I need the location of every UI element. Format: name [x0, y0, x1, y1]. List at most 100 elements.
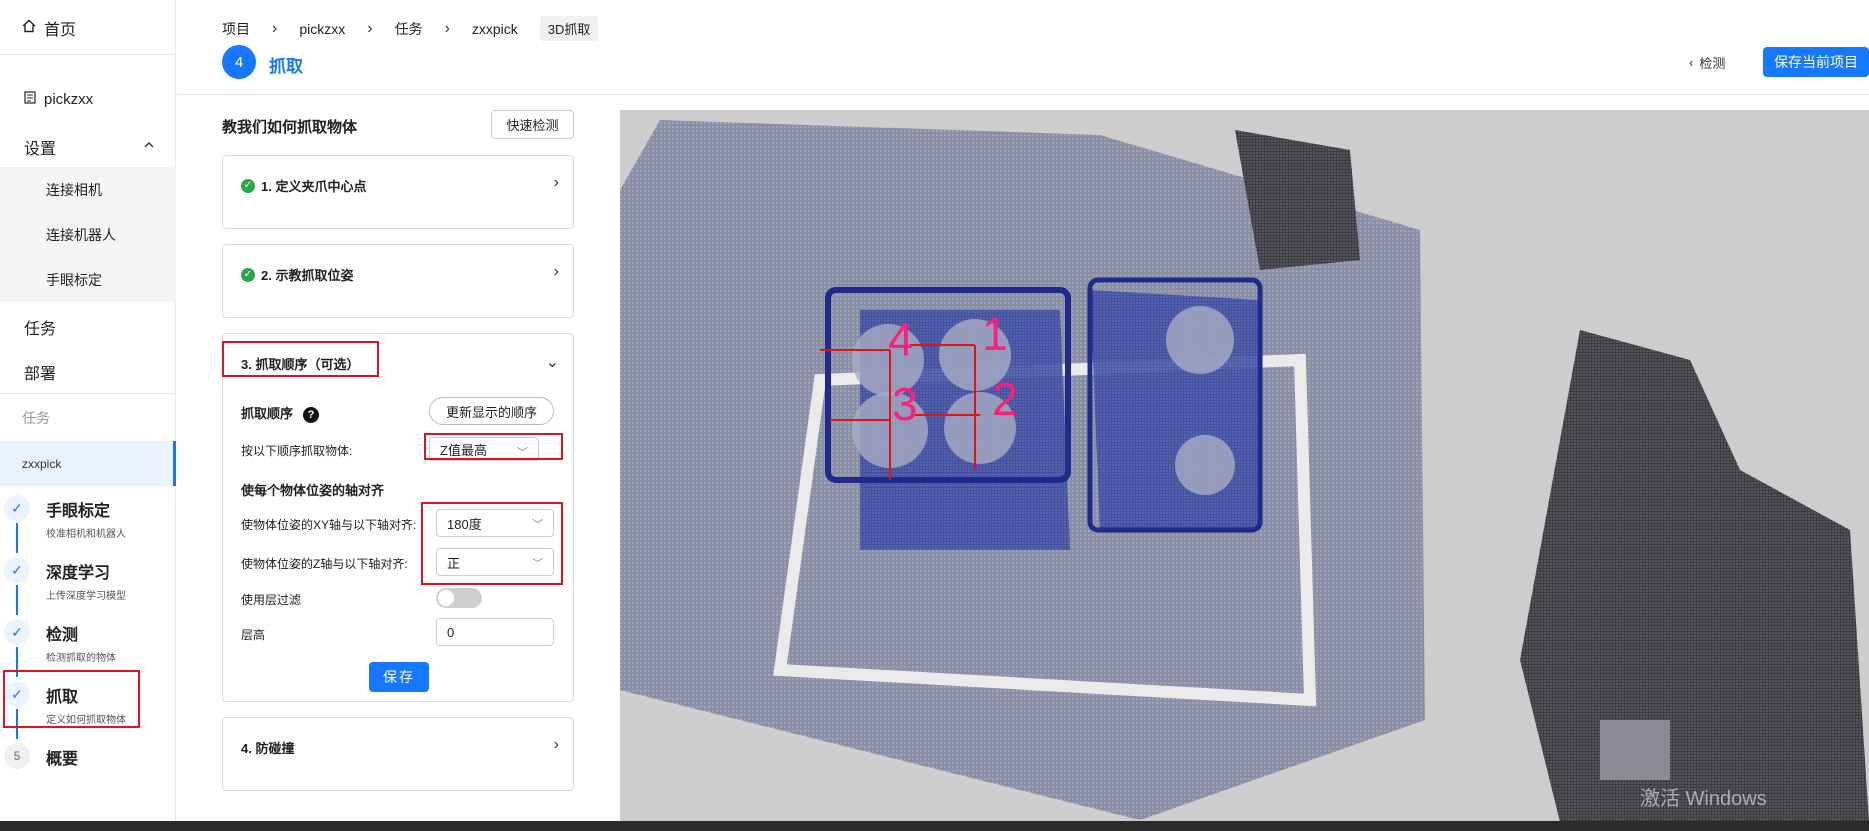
chevron-left-icon: ‹ — [1689, 55, 1694, 70]
z-align-label: 使物体位姿的Z轴与以下轴对齐: — [241, 557, 408, 571]
step-badge: 4 — [222, 45, 256, 79]
sidebar-settings-label: 设置 — [24, 141, 57, 158]
step-subtitle: 检测抓取的物体 — [46, 653, 116, 664]
card-title: 1. 定义夹爪中心点 — [261, 179, 367, 194]
sidebar-item-active-task[interactable]: zxxpick — [0, 441, 176, 486]
page-title: 抓取 — [269, 57, 303, 76]
step-subtitle: 上传深度学习模型 — [46, 591, 126, 602]
order-label: 2 — [992, 373, 1018, 425]
sidebar-sub-label: 连接机器人 — [46, 226, 116, 243]
active-task-label: zxxpick — [22, 456, 62, 471]
sidebar-task-label: 任务 — [24, 321, 57, 338]
step-connector — [16, 585, 18, 615]
box-object — [1600, 720, 1670, 780]
sidebar-home-label: 首页 — [44, 22, 77, 39]
highlight-box — [222, 341, 379, 377]
sidebar-sub-label: 手眼标定 — [46, 271, 102, 288]
step-subtitle: 校准相机和机器人 — [46, 529, 126, 540]
check-icon: ✓ — [4, 495, 30, 521]
card-anti-collision[interactable]: 4. 防碰撞 › — [222, 717, 574, 791]
save-button[interactable]: 保存 — [369, 662, 429, 692]
update-order-button[interactable]: 更新显示的顺序 — [429, 397, 554, 425]
breadcrumb: 项目 › pickzxx › 任务 › zxxpick 3D抓取 — [222, 16, 599, 41]
check-circle-icon: ✓ — [241, 178, 255, 193]
panel-heading: 教我们如何抓取物体 — [222, 119, 358, 136]
step-number: 5 — [4, 743, 30, 769]
chevron-right-icon: › — [553, 263, 559, 280]
sidebar-item-project[interactable]: pickzxx — [24, 91, 93, 108]
task-section-label: 任务 — [22, 410, 50, 426]
step-hand-eye[interactable]: ✓ 手眼标定 校准相机和机器人 — [0, 489, 176, 553]
save-project-button[interactable]: 保存当前项目 — [1763, 47, 1869, 77]
sidebar-project-label: pickzxx — [44, 91, 94, 108]
sidebar-item-home[interactable]: 首页 — [22, 16, 76, 40]
layer-height-label: 层高 — [241, 628, 266, 642]
chevron-up-icon[interactable] — [143, 137, 155, 153]
step-title: 手眼标定 — [46, 503, 111, 520]
point-cloud-canvas: 4 1 3 2 — [620, 120, 1869, 822]
sidebar-item-connect-camera[interactable]: 连接相机 — [0, 167, 176, 212]
sidebar-item-connect-robot[interactable]: 连接机器人 — [0, 212, 176, 257]
order-label: 1 — [982, 308, 1008, 360]
order-label: 4 — [888, 313, 914, 365]
card-teach-pose[interactable]: ✓ 2. 示教抓取位姿 › — [222, 244, 574, 318]
step-title: 概要 — [46, 751, 79, 768]
breadcrumb-item[interactable]: zxxpick — [472, 21, 518, 37]
step-deep-learning[interactable]: ✓ 深度学习 上传深度学习模型 — [0, 551, 176, 615]
order-label: 3 — [892, 378, 918, 430]
sidebar-deploy-label: 部署 — [24, 366, 57, 383]
card-header: ✓ 2. 示教抓取位姿 — [241, 265, 353, 284]
divider — [0, 393, 176, 394]
card-title: 4. 防碰撞 — [241, 741, 295, 756]
object-circle — [1166, 306, 1234, 374]
sidebar-sub-label: 连接相机 — [46, 181, 102, 198]
check-circle-icon: ✓ — [241, 267, 255, 282]
app-root: 首页 pickzxx 设置 连接相机 连接机器人 手眼标定 任务 部署 任务 z… — [0, 0, 1869, 831]
dark-object — [1520, 330, 1869, 822]
divider — [0, 54, 176, 55]
layer-filter-label: 使用层过滤 — [241, 593, 302, 607]
xy-align-label: 使物体位姿的XY轴与以下轴对齐: — [241, 518, 417, 532]
breadcrumb-item[interactable]: pickzxx — [299, 21, 345, 37]
highlight-box — [424, 433, 563, 460]
quick-detect-button[interactable]: 快速检测 — [491, 110, 574, 139]
step-title: 深度学习 — [46, 565, 111, 582]
layer-filter-toggle[interactable] — [436, 588, 482, 608]
grab-order-text: 抓取顺序 — [241, 406, 294, 421]
order-by-label: 按以下顺序抓取物体: — [241, 444, 353, 458]
toggle-knob — [438, 590, 454, 606]
point-cloud-view[interactable]: 4 1 3 2 — [620, 110, 1869, 822]
chevron-down-icon[interactable]: ⌄ — [546, 352, 559, 372]
sidebar-item-hand-eye[interactable]: 手眼标定 — [0, 257, 176, 302]
taskbar — [0, 821, 1869, 831]
sidebar-item-deploy[interactable]: 部署 — [24, 360, 56, 384]
step-title: 检测 — [46, 627, 79, 644]
project-icon — [24, 91, 36, 108]
layer-height-input[interactable]: 0 — [436, 618, 554, 646]
card-gripper-center[interactable]: ✓ 1. 定义夹爪中心点 › — [222, 155, 574, 229]
check-icon: ✓ — [4, 619, 30, 645]
object-circle — [1175, 435, 1235, 495]
chevron-right-icon: › — [553, 736, 559, 753]
highlight-box — [3, 670, 140, 728]
card-header: ✓ 1. 定义夹爪中心点 — [241, 176, 366, 195]
breadcrumb-item[interactable]: 项目 — [222, 19, 250, 39]
step-summary[interactable]: 5 概要 — [0, 737, 176, 799]
card-title: 2. 示教抓取位姿 — [261, 268, 354, 283]
sidebar-item-task[interactable]: 任务 — [24, 315, 56, 339]
home-icon — [22, 19, 36, 38]
chevron-right-icon: › — [272, 19, 278, 37]
breadcrumb-item[interactable]: 任务 — [395, 19, 423, 39]
header: 项目 › pickzxx › 任务 › zxxpick 3D抓取 4 抓取 ‹ … — [177, 0, 1869, 95]
check-icon: ✓ — [4, 557, 30, 583]
sidebar-item-settings[interactable]: 设置 — [24, 135, 56, 159]
highlight-box — [421, 502, 563, 585]
back-label: 检测 — [1699, 56, 1726, 71]
step-detect[interactable]: ✓ 检测 检测抓取的物体 — [0, 613, 176, 677]
step-connector — [16, 523, 18, 553]
card-header: 4. 防碰撞 — [241, 738, 294, 757]
back-button[interactable]: ‹ 检测 — [1689, 53, 1725, 72]
windows-watermark: 激活 Windows — [1640, 788, 1767, 810]
chevron-right-icon: › — [367, 19, 373, 37]
help-icon[interactable]: ? — [303, 406, 320, 423]
